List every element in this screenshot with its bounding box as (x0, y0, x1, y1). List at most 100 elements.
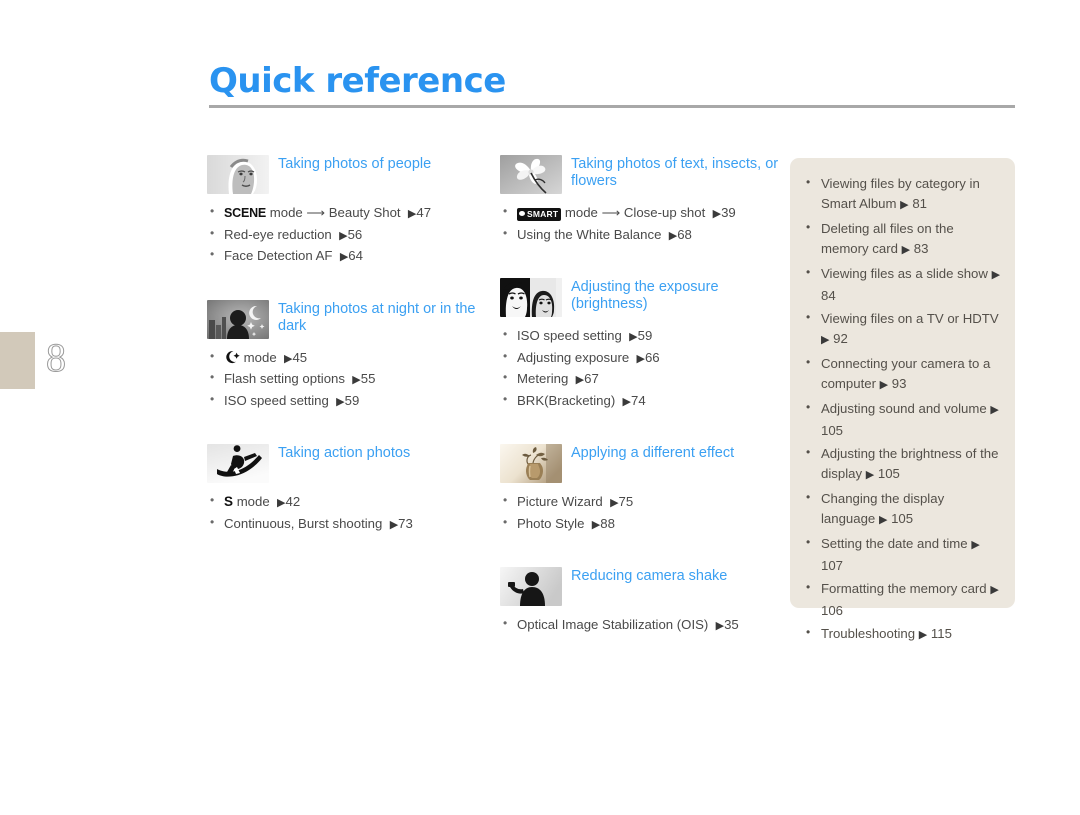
quick-settings-item[interactable]: Deleting all files on the memory card ▶ … (806, 218, 1001, 260)
section-item-list: Optical Image Stabilization (OIS) ▶35 (503, 614, 790, 637)
page-pointer-icon: ▶ (879, 378, 889, 391)
quick-settings-item[interactable]: Formatting the memory card ▶ 106 (806, 578, 1001, 620)
page-pointer-icon: ▶ (591, 518, 601, 531)
reference-section: Taking photos of text, insects, or flowe… (500, 155, 790, 246)
page-pointer-icon: ▶ (990, 584, 999, 596)
quick-settings-item[interactable]: Viewing files by category in Smart Album… (806, 173, 1001, 215)
page-pointer-icon: ▶ (610, 497, 619, 509)
item-label: Formatting the memory card (821, 581, 987, 596)
page-pointer-icon: ▶ (636, 352, 645, 365)
page-number: 105 (891, 510, 914, 526)
section-item-list: ISO speed setting ▶59Adjusting exposure … (503, 325, 790, 413)
reference-item[interactable]: Adjusting exposure ▶66 (503, 347, 790, 370)
reference-item[interactable]: S mode ▶42 (210, 491, 487, 514)
left-column: Taking photos of people SCENE mode ⟶ Beau… (207, 155, 487, 567)
reference-item[interactable]: ISO speed setting ▶59 (210, 390, 487, 413)
section-title[interactable]: Applying a different effect (571, 444, 734, 462)
item-label: Metering (517, 371, 569, 386)
quick-settings-item[interactable]: Changing the display language ▶ 105 (806, 488, 1001, 530)
item-label: mode (243, 349, 277, 365)
quick-settings-item[interactable]: Adjusting sound and volume ▶ 105 (806, 398, 1001, 440)
section-title[interactable]: Taking photos of people (278, 155, 431, 173)
page-number: 88 (600, 515, 615, 531)
reference-section: Applying a different effect Picture Wizar… (500, 444, 790, 535)
reference-item[interactable]: ISO speed setting ▶59 (503, 325, 790, 348)
section-title[interactable]: Taking photos of text, insects, or flowe… (571, 155, 790, 190)
page-number: 55 (360, 371, 376, 386)
page-number: 45 (292, 349, 308, 365)
reference-section: Taking action photos S mode ▶42Continuous… (207, 444, 487, 535)
section-item-list: S mode ▶42Continuous, Burst shooting ▶73 (210, 491, 487, 536)
reference-section: Taking photos of people SCENE mode ⟶ Beau… (207, 155, 487, 268)
section-header: Applying a different effect (500, 444, 790, 483)
section-header: Taking photos of people (207, 155, 487, 194)
arrow-separator: ⟶ (306, 205, 326, 220)
page-pointer-icon: ▶ (336, 395, 345, 408)
mode-mark: S (224, 494, 234, 509)
item-label: Viewing files on a TV or HDTV (821, 311, 999, 326)
page-number: 35 (724, 617, 739, 632)
item-label: Setting the date and time (821, 536, 968, 551)
section-title[interactable]: Reducing camera shake (571, 567, 727, 585)
section-item-list: SCENE mode ⟶ Beauty Shot ▶47Red-eye redu… (210, 202, 487, 268)
reference-item[interactable]: Metering ▶67 (503, 368, 790, 391)
section-title[interactable]: Adjusting the exposure (brightness) (571, 278, 790, 313)
page-number: 105 (877, 465, 900, 481)
item-label: Troubleshooting (821, 626, 916, 641)
page-number: 67 (584, 371, 599, 386)
item-label: Adjusting the brightness of the display (821, 446, 999, 481)
quick-settings-item[interactable]: Setting the date and time ▶ 107 (806, 533, 1001, 575)
quick-settings-box: Viewing files by category in Smart Album… (790, 158, 1015, 642)
item-label: Deleting all files on the memory card (821, 221, 954, 256)
reference-item[interactable]: SCENE mode ⟶ Beauty Shot ▶47 (210, 202, 487, 225)
reference-item[interactable]: mode ▶45 (210, 347, 487, 370)
manual-page: 8 Quick reference Taking photos of peopl… (0, 0, 1080, 815)
reference-item[interactable]: Red-eye reduction ▶56 (210, 224, 487, 247)
page-pointer-icon: ▶ (339, 229, 348, 242)
section-title[interactable]: Taking photos at night or in the dark (278, 300, 487, 335)
chapter-number: 8 (46, 335, 67, 380)
quick-settings-item[interactable]: Connecting your camera to a computer ▶ 9… (806, 353, 1001, 395)
section-title[interactable]: Taking action photos (278, 444, 410, 462)
camera-shake-silhouette-thumbnail (500, 567, 562, 606)
page-number: 115 (930, 626, 952, 641)
reference-item[interactable]: Face Detection AF ▶64 (210, 245, 487, 268)
page-pointer-icon: ▶ (352, 374, 361, 386)
middle-column: Taking photos of text, insects, or flowe… (500, 155, 790, 669)
reference-item[interactable]: Flash setting options ▶55 (210, 368, 487, 391)
reference-item[interactable]: Picture Wizard ▶75 (503, 491, 790, 514)
smart-mode-badge: SMART (517, 208, 562, 221)
quick-settings-item[interactable]: Viewing files as a slide show ▶ 84 (806, 263, 1001, 305)
section-header: Taking photos at night or in the dark (207, 299, 487, 339)
mode-mark: SCENE (224, 206, 267, 220)
section-header: Reducing camera shake (500, 567, 790, 606)
reference-item[interactable]: Optical Image Stabilization (OIS) ▶35 (503, 614, 790, 637)
quick-settings-item[interactable]: Troubleshooting ▶ 115 (806, 623, 1001, 646)
night-mode-icon (224, 350, 240, 364)
reference-item[interactable]: Continuous, Burst shooting ▶73 (210, 513, 487, 536)
page-pointer-icon: ▶ (971, 539, 980, 551)
quick-settings-item[interactable]: Adjusting the brightness of the display … (806, 443, 1001, 485)
reference-item[interactable]: Photo Style ▶88 (503, 513, 790, 536)
page-number: 81 (912, 195, 927, 211)
item-label: Viewing files as a slide show (821, 266, 988, 281)
reference-item[interactable]: SMART mode ⟶ Close-up shot ▶39 (503, 202, 790, 225)
night-scene-thumbnail (207, 299, 269, 339)
page-pointer-icon: ▶ (990, 404, 999, 416)
page-number: 39 (721, 205, 736, 220)
page-number: 93 (891, 375, 907, 391)
reference-item[interactable]: BRK(Bracketing) ▶74 (503, 390, 790, 413)
page-pointer-icon: ▶ (918, 629, 928, 641)
page-pointer-icon: ▶ (901, 243, 911, 256)
section-header: Taking photos of text, insects, or flowe… (500, 155, 790, 194)
quick-settings-item[interactable]: Viewing files on a TV or HDTV ▶ 92 (806, 308, 1001, 350)
page-number: 64 (348, 248, 363, 263)
quick-settings-list: Viewing files by category in Smart Album… (790, 158, 1015, 646)
reference-item[interactable]: Using the White Balance ▶68 (503, 224, 790, 247)
page-number: 73 (398, 515, 413, 531)
